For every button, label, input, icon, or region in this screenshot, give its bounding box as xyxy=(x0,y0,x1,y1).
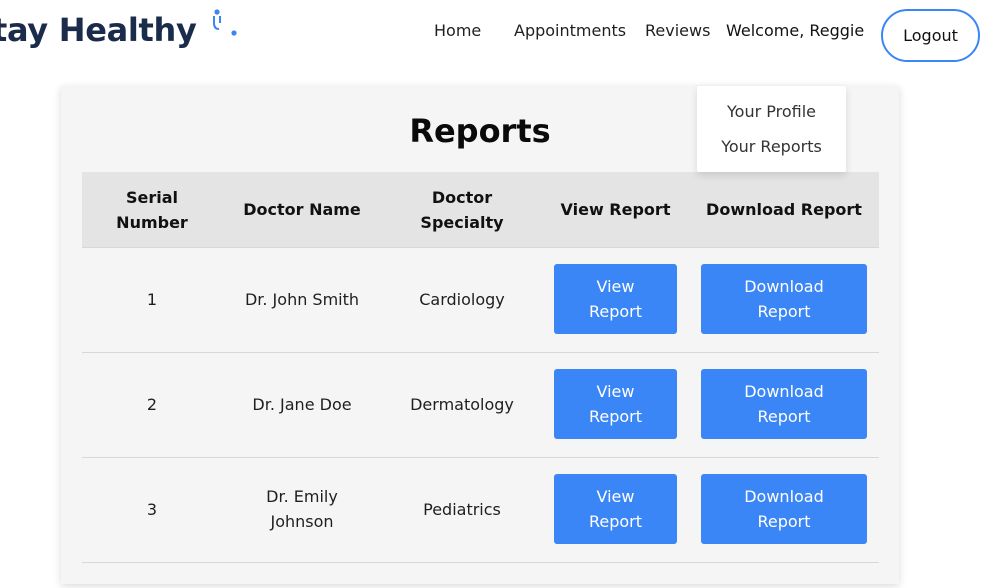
table-row: 1 Dr. John Smith Cardiology View Report … xyxy=(82,247,879,352)
table-row: 3 Dr. Emily Johnson Pediatrics View Repo… xyxy=(82,457,879,562)
header-doctor-name: Doctor Name xyxy=(243,200,361,219)
brand[interactable]: tay Healthy xyxy=(0,11,197,49)
download-cell: Download Report xyxy=(689,353,879,457)
welcome-user-menu[interactable]: Welcome, Reggie xyxy=(726,21,864,40)
specialty-cell: Pediatrics xyxy=(423,499,501,519)
view-report-button[interactable]: View Report xyxy=(554,474,677,544)
logout-button[interactable]: Logout xyxy=(881,9,980,62)
view-report-button[interactable]: View Report xyxy=(554,369,677,439)
specialty-cell: Cardiology xyxy=(419,289,505,309)
download-cell: Download Report xyxy=(689,458,879,562)
nav-reviews-link[interactable]: Reviews xyxy=(645,21,710,40)
specialty-cell: Dermatology xyxy=(410,394,514,414)
nav-appointments-link[interactable]: Appointments xyxy=(514,21,626,40)
navbar: tay Healthy Home Appointments Reviews We… xyxy=(0,0,988,86)
reports-table: Serial Number Doctor Name Doctor Special… xyxy=(82,172,879,563)
download-report-button[interactable]: Download Report xyxy=(701,264,867,334)
serial-cell: 1 xyxy=(146,289,158,309)
table-divider xyxy=(82,562,879,563)
download-cell: Download Report xyxy=(689,248,879,352)
header-doctor-specialty: Doctor Specialty xyxy=(420,187,504,232)
serial-cell: 2 xyxy=(146,394,158,414)
download-report-button[interactable]: Download Report xyxy=(701,369,867,439)
brand-name: tay Healthy xyxy=(0,11,197,49)
header-serial-number: Serial Number xyxy=(116,187,188,232)
stethoscope-icon xyxy=(213,9,237,36)
doctor-name-cell: Dr. Emily Johnson xyxy=(266,487,338,531)
view-cell: View Report xyxy=(542,353,689,457)
header-download-report: Download Report xyxy=(706,200,862,219)
view-report-button[interactable]: View Report xyxy=(554,264,677,334)
user-dropdown-menu: Your Profile Your Reports xyxy=(697,86,846,172)
view-cell: View Report xyxy=(542,458,689,562)
serial-cell: 3 xyxy=(146,499,158,519)
doctor-name-cell: Dr. Jane Doe xyxy=(252,394,352,414)
download-report-button[interactable]: Download Report xyxy=(701,474,867,544)
nav-home-link[interactable]: Home xyxy=(434,21,481,40)
view-cell: View Report xyxy=(542,248,689,352)
table-header: Serial Number Doctor Name Doctor Special… xyxy=(82,172,879,247)
table-row: 2 Dr. Jane Doe Dermatology View Report D… xyxy=(82,352,879,457)
header-view-report: View Report xyxy=(560,200,671,219)
your-profile-link[interactable]: Your Profile xyxy=(697,102,846,121)
your-reports-link[interactable]: Your Reports xyxy=(697,137,846,156)
doctor-name-cell: Dr. John Smith xyxy=(244,289,360,309)
